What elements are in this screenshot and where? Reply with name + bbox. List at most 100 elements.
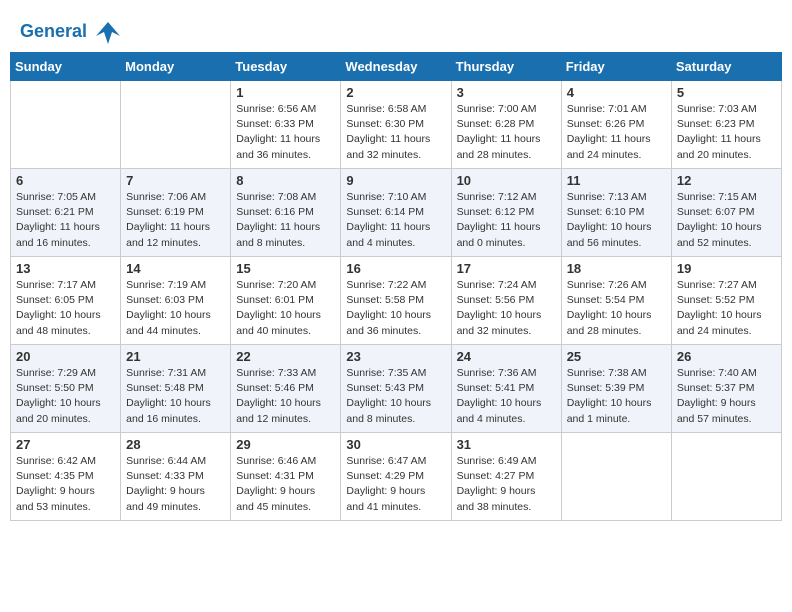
calendar-week-row: 6 Sunrise: 7:05 AM Sunset: 6:21 PM Daylig… — [11, 169, 782, 257]
weekday-header: Monday — [121, 53, 231, 81]
weekday-header: Sunday — [11, 53, 121, 81]
day-info: Sunrise: 7:00 AM Sunset: 6:28 PM Dayligh… — [457, 102, 556, 163]
calendar-cell: 15 Sunrise: 7:20 AM Sunset: 6:01 PM Dayli… — [231, 257, 341, 345]
day-number: 13 — [16, 261, 115, 276]
day-number: 16 — [346, 261, 445, 276]
calendar-week-row: 1 Sunrise: 6:56 AM Sunset: 6:33 PM Daylig… — [11, 81, 782, 169]
day-info: Sunrise: 6:47 AM Sunset: 4:29 PM Dayligh… — [346, 454, 445, 515]
calendar-cell — [11, 81, 121, 169]
calendar-cell: 10 Sunrise: 7:12 AM Sunset: 6:12 PM Dayli… — [451, 169, 561, 257]
calendar-cell: 13 Sunrise: 7:17 AM Sunset: 6:05 PM Dayli… — [11, 257, 121, 345]
day-number: 1 — [236, 85, 335, 100]
day-info: Sunrise: 7:05 AM Sunset: 6:21 PM Dayligh… — [16, 190, 115, 251]
day-info: Sunrise: 7:27 AM Sunset: 5:52 PM Dayligh… — [677, 278, 776, 339]
weekday-header: Wednesday — [341, 53, 451, 81]
day-info: Sunrise: 7:06 AM Sunset: 6:19 PM Dayligh… — [126, 190, 225, 251]
day-info: Sunrise: 7:22 AM Sunset: 5:58 PM Dayligh… — [346, 278, 445, 339]
calendar-cell: 3 Sunrise: 7:00 AM Sunset: 6:28 PM Daylig… — [451, 81, 561, 169]
calendar-week-row: 20 Sunrise: 7:29 AM Sunset: 5:50 PM Dayli… — [11, 345, 782, 433]
day-info: Sunrise: 6:56 AM Sunset: 6:33 PM Dayligh… — [236, 102, 335, 163]
calendar-cell: 18 Sunrise: 7:26 AM Sunset: 5:54 PM Dayli… — [561, 257, 671, 345]
day-info: Sunrise: 7:31 AM Sunset: 5:48 PM Dayligh… — [126, 366, 225, 427]
logo: General — [20, 18, 122, 42]
day-number: 19 — [677, 261, 776, 276]
day-info: Sunrise: 7:20 AM Sunset: 6:01 PM Dayligh… — [236, 278, 335, 339]
calendar-cell: 1 Sunrise: 6:56 AM Sunset: 6:33 PM Daylig… — [231, 81, 341, 169]
calendar-cell: 23 Sunrise: 7:35 AM Sunset: 5:43 PM Dayli… — [341, 345, 451, 433]
calendar-table: SundayMondayTuesdayWednesdayThursdayFrid… — [10, 52, 782, 521]
day-info: Sunrise: 6:46 AM Sunset: 4:31 PM Dayligh… — [236, 454, 335, 515]
day-info: Sunrise: 7:03 AM Sunset: 6:23 PM Dayligh… — [677, 102, 776, 163]
day-info: Sunrise: 7:13 AM Sunset: 6:10 PM Dayligh… — [567, 190, 666, 251]
day-info: Sunrise: 6:58 AM Sunset: 6:30 PM Dayligh… — [346, 102, 445, 163]
calendar-wrap: SundayMondayTuesdayWednesdayThursdayFrid… — [0, 52, 792, 531]
calendar-cell: 14 Sunrise: 7:19 AM Sunset: 6:03 PM Dayli… — [121, 257, 231, 345]
calendar-cell: 17 Sunrise: 7:24 AM Sunset: 5:56 PM Dayli… — [451, 257, 561, 345]
calendar-cell: 8 Sunrise: 7:08 AM Sunset: 6:16 PM Daylig… — [231, 169, 341, 257]
calendar-week-row: 27 Sunrise: 6:42 AM Sunset: 4:35 PM Dayli… — [11, 433, 782, 521]
calendar-cell: 6 Sunrise: 7:05 AM Sunset: 6:21 PM Daylig… — [11, 169, 121, 257]
day-number: 6 — [16, 173, 115, 188]
day-number: 23 — [346, 349, 445, 364]
day-number: 3 — [457, 85, 556, 100]
logo-text: General — [20, 18, 122, 46]
day-number: 12 — [677, 173, 776, 188]
calendar-cell: 29 Sunrise: 6:46 AM Sunset: 4:31 PM Dayli… — [231, 433, 341, 521]
day-info: Sunrise: 7:17 AM Sunset: 6:05 PM Dayligh… — [16, 278, 115, 339]
day-info: Sunrise: 7:24 AM Sunset: 5:56 PM Dayligh… — [457, 278, 556, 339]
calendar-cell: 28 Sunrise: 6:44 AM Sunset: 4:33 PM Dayli… — [121, 433, 231, 521]
calendar-header-row: SundayMondayTuesdayWednesdayThursdayFrid… — [11, 53, 782, 81]
day-number: 11 — [567, 173, 666, 188]
day-info: Sunrise: 7:40 AM Sunset: 5:37 PM Dayligh… — [677, 366, 776, 427]
day-number: 29 — [236, 437, 335, 452]
day-info: Sunrise: 7:19 AM Sunset: 6:03 PM Dayligh… — [126, 278, 225, 339]
day-number: 26 — [677, 349, 776, 364]
calendar-cell: 5 Sunrise: 7:03 AM Sunset: 6:23 PM Daylig… — [671, 81, 781, 169]
calendar-cell: 9 Sunrise: 7:10 AM Sunset: 6:14 PM Daylig… — [341, 169, 451, 257]
calendar-cell: 26 Sunrise: 7:40 AM Sunset: 5:37 PM Dayli… — [671, 345, 781, 433]
day-number: 31 — [457, 437, 556, 452]
day-number: 2 — [346, 85, 445, 100]
calendar-cell: 25 Sunrise: 7:38 AM Sunset: 5:39 PM Dayli… — [561, 345, 671, 433]
day-info: Sunrise: 7:08 AM Sunset: 6:16 PM Dayligh… — [236, 190, 335, 251]
day-number: 28 — [126, 437, 225, 452]
calendar-week-row: 13 Sunrise: 7:17 AM Sunset: 6:05 PM Dayli… — [11, 257, 782, 345]
day-number: 22 — [236, 349, 335, 364]
calendar-cell: 4 Sunrise: 7:01 AM Sunset: 6:26 PM Daylig… — [561, 81, 671, 169]
day-info: Sunrise: 7:36 AM Sunset: 5:41 PM Dayligh… — [457, 366, 556, 427]
day-info: Sunrise: 7:29 AM Sunset: 5:50 PM Dayligh… — [16, 366, 115, 427]
day-info: Sunrise: 7:38 AM Sunset: 5:39 PM Dayligh… — [567, 366, 666, 427]
day-info: Sunrise: 7:26 AM Sunset: 5:54 PM Dayligh… — [567, 278, 666, 339]
day-info: Sunrise: 7:01 AM Sunset: 6:26 PM Dayligh… — [567, 102, 666, 163]
day-info: Sunrise: 6:42 AM Sunset: 4:35 PM Dayligh… — [16, 454, 115, 515]
calendar-cell: 19 Sunrise: 7:27 AM Sunset: 5:52 PM Dayli… — [671, 257, 781, 345]
day-number: 9 — [346, 173, 445, 188]
day-info: Sunrise: 7:15 AM Sunset: 6:07 PM Dayligh… — [677, 190, 776, 251]
day-number: 5 — [677, 85, 776, 100]
calendar-cell: 31Sunrise: 6:49 AM Sunset: 4:27 PM Dayli… — [451, 433, 561, 521]
day-number: 20 — [16, 349, 115, 364]
day-number: 17 — [457, 261, 556, 276]
day-number: 10 — [457, 173, 556, 188]
calendar-cell: 21 Sunrise: 7:31 AM Sunset: 5:48 PM Dayli… — [121, 345, 231, 433]
day-info: Sunrise: 7:10 AM Sunset: 6:14 PM Dayligh… — [346, 190, 445, 251]
day-number: 14 — [126, 261, 225, 276]
day-number: 15 — [236, 261, 335, 276]
day-info: Sunrise: 7:12 AM Sunset: 6:12 PM Dayligh… — [457, 190, 556, 251]
weekday-header: Friday — [561, 53, 671, 81]
weekday-header: Thursday — [451, 53, 561, 81]
day-number: 4 — [567, 85, 666, 100]
day-number: 18 — [567, 261, 666, 276]
calendar-cell: 11 Sunrise: 7:13 AM Sunset: 6:10 PM Dayli… — [561, 169, 671, 257]
day-number: 7 — [126, 173, 225, 188]
calendar-cell: 22Sunrise: 7:33 AM Sunset: 5:46 PM Dayli… — [231, 345, 341, 433]
day-number: 8 — [236, 173, 335, 188]
calendar-cell: 20 Sunrise: 7:29 AM Sunset: 5:50 PM Dayli… — [11, 345, 121, 433]
day-info: Sunrise: 6:44 AM Sunset: 4:33 PM Dayligh… — [126, 454, 225, 515]
day-number: 27 — [16, 437, 115, 452]
day-number: 25 — [567, 349, 666, 364]
header: General — [0, 0, 792, 52]
day-info: Sunrise: 7:35 AM Sunset: 5:43 PM Dayligh… — [346, 366, 445, 427]
day-number: 21 — [126, 349, 225, 364]
calendar-cell: 2 Sunrise: 6:58 AM Sunset: 6:30 PM Daylig… — [341, 81, 451, 169]
